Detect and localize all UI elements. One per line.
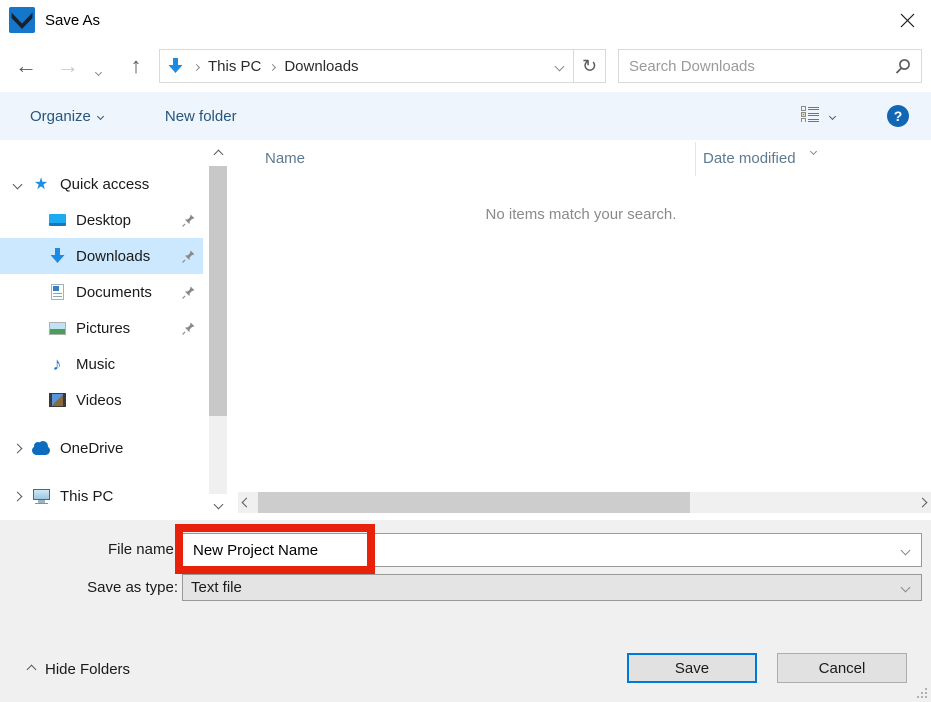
address-dropdown-icon[interactable] (545, 63, 573, 70)
column-separator[interactable] (695, 142, 696, 176)
title-bar: Save As (0, 0, 931, 40)
sidebar-item-desktop[interactable]: Desktop (0, 202, 203, 238)
navigation-pane: ★ Quick access Desktop Downloads Documen… (0, 140, 231, 520)
column-headers: Name Date modified (231, 140, 931, 178)
scroll-right-icon[interactable] (914, 492, 931, 513)
scrollbar-thumb[interactable] (258, 492, 690, 513)
pin-icon (182, 214, 195, 227)
sidebar-item-documents[interactable]: Documents (0, 274, 203, 310)
organize-dropdown-icon (97, 112, 104, 119)
back-icon[interactable]: ← (10, 40, 42, 92)
chevron-down-icon (902, 584, 909, 591)
chevron-right-icon[interactable] (10, 493, 24, 500)
forward-icon[interactable]: → (52, 40, 84, 92)
chevron-down-icon[interactable] (10, 181, 24, 188)
help-button[interactable]: ? (887, 105, 909, 127)
breadcrumb-chevron-icon (270, 57, 275, 75)
footer-panel: File name: Save as type: Text file Hide … (0, 520, 931, 702)
window-title: Save As (45, 12, 100, 29)
view-options-button[interactable] (801, 106, 835, 127)
download-icon (48, 247, 66, 265)
main-area: ★ Quick access Desktop Downloads Documen… (0, 140, 931, 520)
breadcrumb-chevron-icon (194, 57, 199, 75)
recent-locations-icon[interactable] (96, 62, 101, 80)
sidebar-item-videos[interactable]: Videos (0, 382, 203, 418)
organize-button[interactable]: Organize (30, 108, 103, 125)
address-bar[interactable]: This PC Downloads ↻ (159, 49, 606, 83)
sidebar-item-pictures[interactable]: Pictures (0, 310, 203, 346)
navigation-bar: ← → ↑ This PC Downloads ↻ (0, 40, 931, 92)
hide-folders-button[interactable]: Hide Folders (28, 661, 130, 678)
this-pc-icon (32, 487, 50, 505)
save-button[interactable]: Save (627, 653, 757, 683)
pin-icon (182, 322, 195, 335)
scroll-up-icon[interactable] (208, 144, 228, 164)
command-bar: Organize New folder ? (0, 92, 931, 140)
empty-list-message: No items match your search. (231, 206, 931, 223)
search-box (618, 49, 922, 83)
quick-access-icon: ★ (32, 175, 50, 193)
sidebar-item-quick-access[interactable]: ★ Quick access (0, 166, 203, 202)
file-name-combobox (182, 533, 922, 567)
chevron-right-icon[interactable] (10, 445, 24, 452)
sidebar-item-music[interactable]: ♪ Music (0, 346, 203, 382)
pictures-icon (48, 319, 66, 337)
search-input[interactable] (619, 50, 895, 82)
new-folder-button[interactable]: New folder (165, 108, 237, 125)
refresh-icon[interactable]: ↻ (573, 50, 605, 82)
resize-grip[interactable] (917, 688, 927, 698)
file-name-input[interactable] (183, 542, 902, 559)
file-name-label: File name: (0, 541, 178, 558)
column-filter-icon[interactable] (811, 141, 816, 159)
details-view-icon (801, 106, 820, 127)
chevron-down-icon[interactable] (902, 547, 909, 554)
sidebar-item-onedrive[interactable]: OneDrive (0, 430, 203, 466)
close-icon[interactable] (891, 5, 923, 35)
search-icon[interactable] (895, 58, 911, 74)
view-dropdown-icon (829, 112, 836, 119)
onedrive-icon (32, 439, 50, 457)
sidebar-item-this-pc[interactable]: This PC (0, 478, 203, 514)
column-header-name[interactable]: Name (265, 150, 305, 167)
breadcrumb-downloads[interactable]: Downloads (280, 58, 362, 75)
sidebar-item-downloads[interactable]: Downloads (0, 238, 203, 274)
scrollbar-thumb[interactable] (209, 166, 227, 416)
file-list: Name Date modified No items match your s… (231, 140, 931, 520)
horizontal-scrollbar[interactable] (238, 492, 931, 513)
save-as-type-select[interactable]: Text file (182, 574, 922, 601)
pin-icon (182, 250, 195, 263)
cancel-button[interactable]: Cancel (777, 653, 907, 683)
scroll-left-icon[interactable] (238, 492, 255, 513)
desktop-icon (48, 211, 66, 229)
app-logo-icon (9, 7, 35, 33)
up-icon[interactable]: ↑ (120, 40, 152, 92)
breadcrumb-this-pc[interactable]: This PC (204, 58, 265, 75)
save-as-dialog: Save As ← → ↑ This PC Downloads ↻ (0, 0, 931, 702)
download-folder-icon (168, 58, 183, 74)
music-icon: ♪ (48, 355, 66, 373)
chevron-up-icon (27, 665, 37, 675)
videos-icon (48, 391, 66, 409)
save-as-type-label: Save as type: (0, 579, 178, 596)
sidebar-scrollbar[interactable] (208, 140, 228, 520)
column-header-date-modified[interactable]: Date modified (703, 150, 796, 167)
scroll-down-icon[interactable] (208, 494, 228, 514)
pin-icon (182, 286, 195, 299)
documents-icon (48, 283, 66, 301)
